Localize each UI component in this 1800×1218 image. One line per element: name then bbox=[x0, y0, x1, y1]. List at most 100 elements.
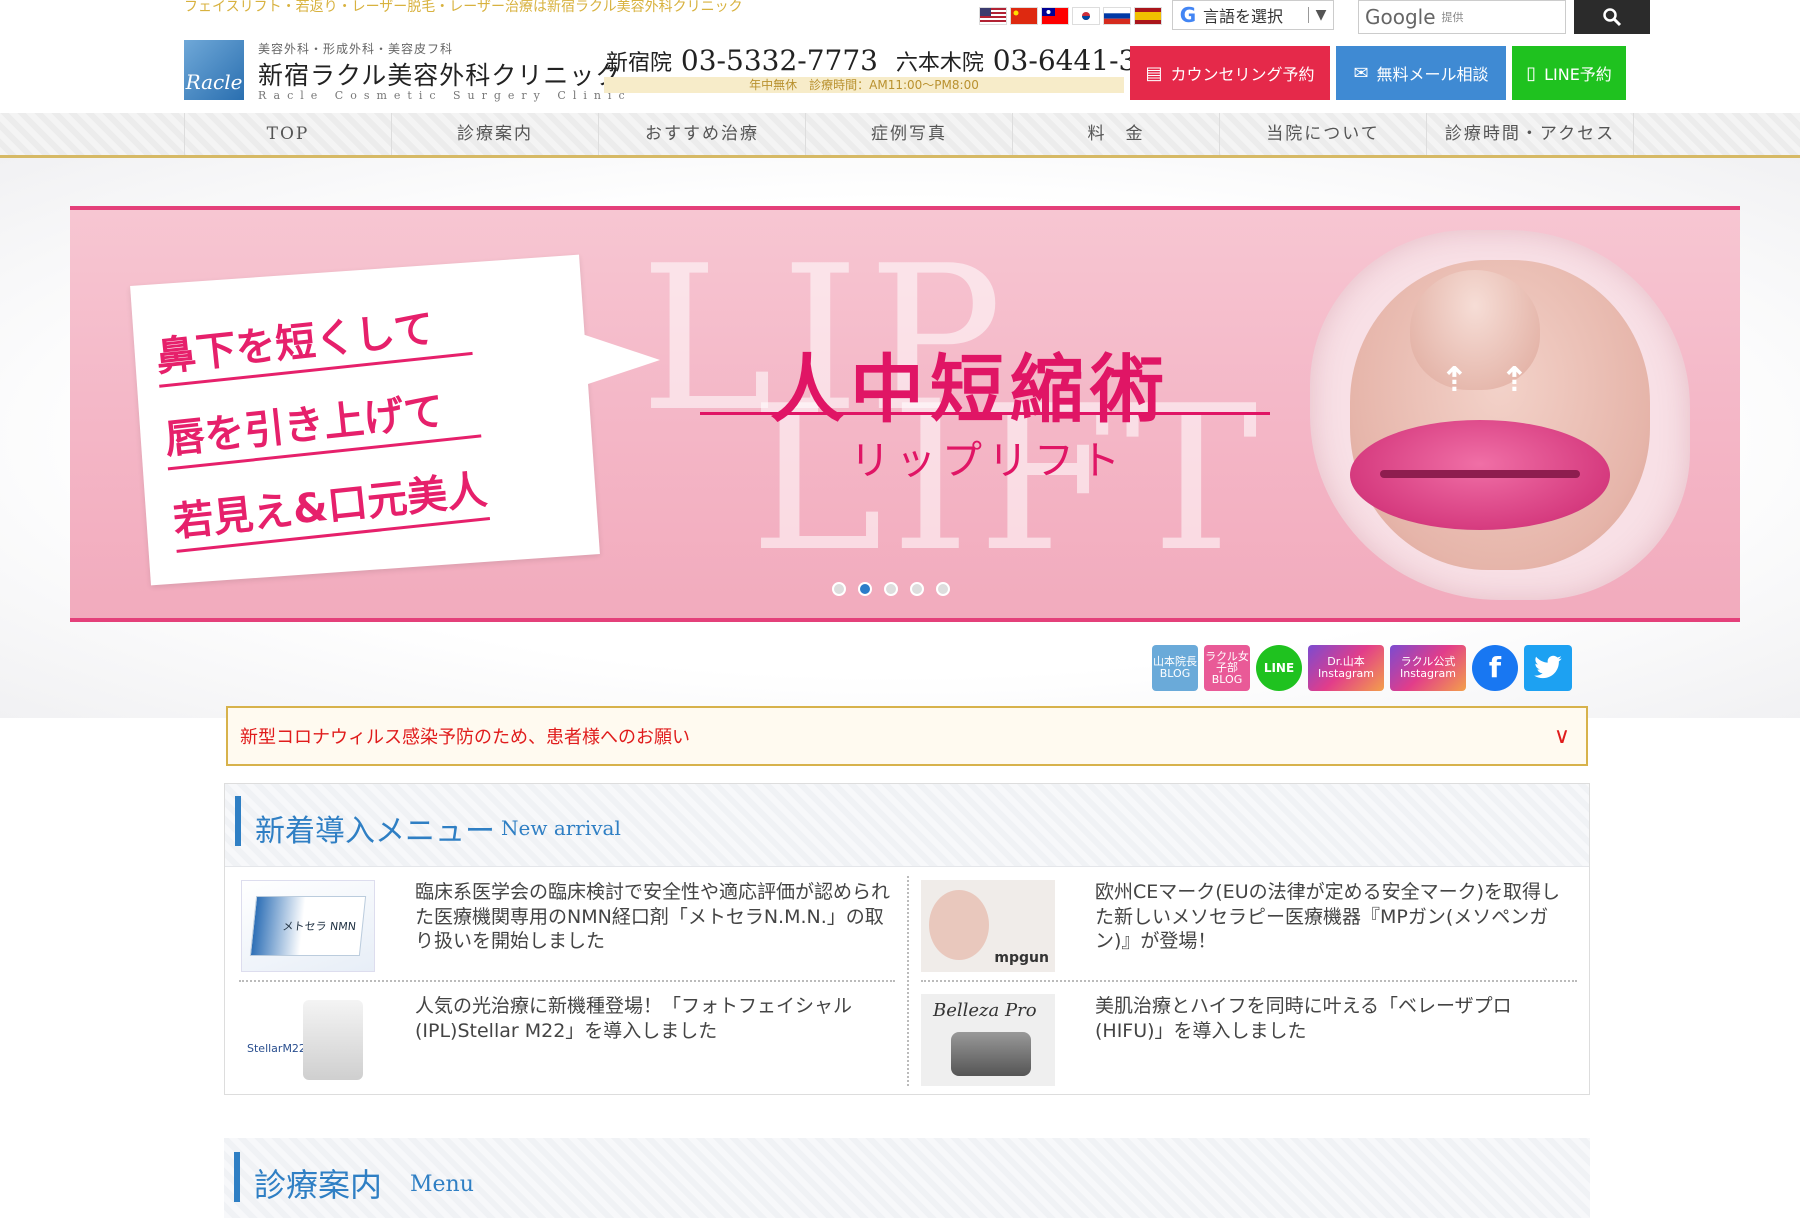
lips-image: ⇡ ⇡ bbox=[1310, 230, 1690, 600]
mpgun-thumbnail: mpgun bbox=[921, 880, 1055, 972]
speech-bubble-tail bbox=[570, 330, 660, 390]
line-icon[interactable]: LINE bbox=[1256, 645, 1302, 691]
section-accent-bar bbox=[235, 796, 241, 846]
korea-flag[interactable] bbox=[1073, 8, 1099, 24]
item-text: 美肌治療とハイフを同時に叶える「ベレーザプロ(HIFU)」を導入しました bbox=[1095, 995, 1512, 1042]
menu-section-title: 診療案内 bbox=[254, 1166, 383, 1204]
line-label: LINE予約 bbox=[1544, 65, 1612, 84]
roppongi-label: 六本木院 bbox=[895, 51, 984, 76]
clinic-logo-icon[interactable]: Racle bbox=[184, 40, 244, 100]
shinjuku-label: 新宿院 bbox=[606, 51, 673, 76]
nav-item-cases[interactable]: 症例写真 bbox=[805, 113, 1012, 155]
divider bbox=[907, 876, 909, 1086]
menu-section-header: 診療案内 Menu bbox=[224, 1138, 1590, 1218]
slider-dot[interactable] bbox=[936, 582, 950, 596]
hero-line-2: 唇を引き上げて bbox=[161, 374, 482, 471]
taiwan-flag[interactable] bbox=[1042, 8, 1068, 24]
nav-item-access[interactable]: 診療時間・アクセス bbox=[1426, 113, 1634, 155]
phone-numbers: 新宿院 03-5332-7773 六本木院 03-6441-3355 bbox=[606, 44, 1190, 77]
hero-underline bbox=[700, 412, 1270, 415]
divider bbox=[921, 980, 1577, 982]
social-links: 山本院長BLOG ラクル女子部BLOG LINE Dr.山本Instagram … bbox=[1152, 645, 1572, 691]
site-tagline: フェイスリフト・若返り・レーザー脱毛・レーザー治療は新宿ラクル美容外科クリニック bbox=[184, 0, 743, 15]
search-input[interactable]: Google 提供 bbox=[1358, 0, 1566, 34]
main-nav: TOP 診療案内 おすすめ治療 症例写真 料 金 当院について 診療時間・アクセ… bbox=[0, 113, 1800, 159]
counseling-reservation-button[interactable]: ▤ カウンセリング予約 bbox=[1130, 46, 1330, 100]
language-select-label: 言語を選択 bbox=[1203, 7, 1284, 26]
mpgun-label: mpgun bbox=[994, 950, 1049, 966]
slider-dot[interactable] bbox=[910, 582, 924, 596]
slider-dot[interactable] bbox=[884, 582, 898, 596]
language-flags bbox=[980, 8, 1161, 24]
clinic-name-en: Racle Cosmetic Surgery Clinic bbox=[258, 89, 632, 102]
search-button[interactable] bbox=[1574, 0, 1650, 34]
hero-line-3: 若見え&口元美人 bbox=[170, 457, 490, 553]
mail-icon: ✉ bbox=[1353, 62, 1369, 84]
line-reservation-button[interactable]: ▯ LINE予約 bbox=[1512, 46, 1626, 100]
new-arrival-header: 新着導入メニュー New arrival bbox=[225, 784, 1589, 867]
belleza-label: Belleza Pro bbox=[933, 1000, 1037, 1021]
covid-notice-accordion[interactable]: 新型コロナウィルス感染予防のため、患者様へのお願い ∨ bbox=[226, 706, 1588, 766]
logo-subtitle: 美容外科・形成外科・美容皮フ科 bbox=[258, 42, 454, 56]
slider-dots bbox=[832, 582, 950, 596]
menu-section-title-en: Menu bbox=[410, 1172, 474, 1197]
stellar-machine-image bbox=[303, 1000, 363, 1080]
hero-slider[interactable]: LIP LIFT 鼻下を短くして 唇を引き上げて 若見え&口元美人 人中短縮術 … bbox=[70, 206, 1740, 622]
item-text: 臨床系医学会の臨床検討で安全性や適応評価が認められた医療機関専用のNMN経口剤「… bbox=[415, 881, 891, 953]
face-image bbox=[929, 890, 989, 960]
stellar-thumbnail: StellarM22 bbox=[241, 994, 375, 1086]
twitter-bird-icon bbox=[1534, 655, 1562, 679]
clinic-name[interactable]: 新宿ラクル美容外科クリニック bbox=[258, 56, 621, 92]
official-instagram-button[interactable]: ラクル公式Instagram bbox=[1390, 645, 1466, 691]
mail-consult-button[interactable]: ✉ 無料メール相談 bbox=[1336, 46, 1506, 100]
nav-item-about[interactable]: 当院について bbox=[1219, 113, 1426, 155]
item-text: 欧州CEマーク(EUの法律が定める安全マーク)を取得した新しいメソセラピー医療機… bbox=[1095, 881, 1561, 953]
google-g-icon: G bbox=[1179, 3, 1197, 27]
search-icon bbox=[1603, 8, 1622, 27]
item-text: 人気の光治療に新機種登場！「フォトフェイシャル(IPL)Stellar M22」… bbox=[415, 995, 853, 1042]
divider bbox=[239, 980, 895, 982]
slider-dot-active[interactable] bbox=[858, 582, 872, 596]
notice-text: 新型コロナウィルス感染予防のため、患者様へのお願い bbox=[240, 727, 690, 748]
section-accent-bar bbox=[234, 1152, 240, 1202]
search-placeholder: Google bbox=[1365, 5, 1436, 29]
new-arrival-title: 新着導入メニュー bbox=[255, 814, 495, 849]
director-blog-button[interactable]: 山本院長BLOG bbox=[1152, 645, 1198, 691]
business-hours: 年中無休 診療時間：AM11:00〜PM8:00 bbox=[604, 77, 1124, 93]
nav-item-recommended[interactable]: おすすめ治療 bbox=[598, 113, 805, 155]
nmn-thumbnail: メトセラ NMN bbox=[241, 880, 375, 972]
document-icon: ▤ bbox=[1145, 62, 1163, 84]
mail-label: 無料メール相談 bbox=[1376, 65, 1489, 84]
chevron-down-icon: ∨ bbox=[1553, 723, 1570, 749]
nmn-box: メトセラ NMN bbox=[249, 896, 367, 956]
hero-title: 人中短縮術 bbox=[770, 347, 1170, 433]
language-select[interactable]: G 言語を選択 ▼ bbox=[1172, 0, 1334, 30]
counseling-label: カウンセリング予約 bbox=[1170, 65, 1315, 84]
china-flag[interactable] bbox=[1011, 8, 1037, 24]
new-arrival-section: 新着導入メニュー New arrival メトセラ NMN 臨床系医学会の臨床検… bbox=[224, 783, 1590, 1095]
hero-subtitle: リップリフト bbox=[850, 438, 1126, 484]
spain-flag[interactable] bbox=[1135, 8, 1161, 24]
search-provided-label: 提供 bbox=[1441, 11, 1464, 24]
shinjuku-phone[interactable]: 03-5332-7773 bbox=[681, 44, 878, 77]
stellar-label: StellarM22 bbox=[247, 1042, 306, 1055]
girls-blog-button[interactable]: ラクル女子部BLOG bbox=[1204, 645, 1250, 691]
slider-dot[interactable] bbox=[832, 582, 846, 596]
nav-item-price[interactable]: 料 金 bbox=[1012, 113, 1219, 155]
new-arrival-title-en: New arrival bbox=[501, 816, 621, 840]
belleza-thumbnail: Belleza Pro bbox=[921, 994, 1055, 1086]
facebook-icon[interactable]: f bbox=[1472, 645, 1518, 691]
twitter-icon[interactable] bbox=[1524, 645, 1572, 691]
us-flag[interactable] bbox=[980, 8, 1006, 24]
nav-item-top[interactable]: TOP bbox=[184, 113, 391, 155]
belleza-machine-image bbox=[951, 1032, 1031, 1076]
hero-catchcopy: 鼻下を短くして 唇を引き上げて 若見え&口元美人 bbox=[152, 292, 492, 573]
nav-item-menu[interactable]: 診療案内 bbox=[391, 113, 598, 155]
arrow-up-icon: ⇡ bbox=[1440, 360, 1469, 400]
arrow-up-icon: ⇡ bbox=[1500, 360, 1529, 400]
russia-flag[interactable] bbox=[1104, 8, 1130, 24]
lips-line bbox=[1380, 470, 1580, 478]
phone-icon: ▯ bbox=[1526, 62, 1537, 84]
chevron-down-icon: ▼ bbox=[1308, 7, 1333, 23]
dr-instagram-button[interactable]: Dr.山本Instagram bbox=[1308, 645, 1384, 691]
